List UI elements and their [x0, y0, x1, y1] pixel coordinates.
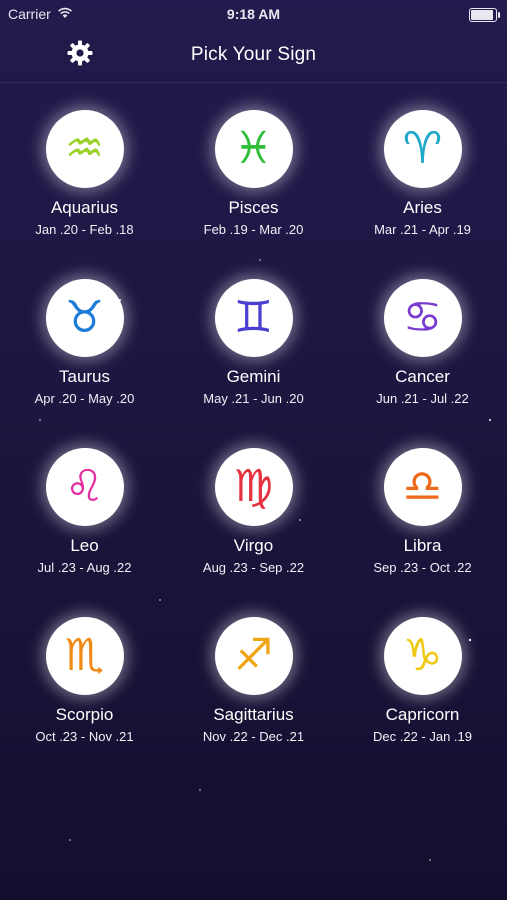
sign-dates: Sep .23 - Oct .22	[373, 560, 472, 575]
sign-dates: Jul .23 - Aug .22	[37, 560, 132, 575]
status-time: 9:18 AM	[226, 6, 281, 22]
sign-icon-circle: ♈	[383, 110, 462, 188]
sign-name: Aries	[403, 198, 442, 217]
gemini-icon: ♊	[233, 292, 274, 343]
sign-dates: Aug .23 - Sep .22	[202, 560, 305, 575]
sign-name: Capricorn	[385, 705, 460, 724]
sign-item-leo[interactable]: ♌ Leo Jul .23 - Aug .22	[0, 442, 169, 611]
sign-dates: Dec .22 - Jan .19	[373, 729, 472, 744]
sign-dates: Oct .23 - Nov .21	[35, 729, 134, 744]
taurus-icon: ♉	[64, 292, 105, 343]
sign-name: Aquarius	[50, 198, 119, 217]
aquarius-icon: ♒	[64, 123, 105, 174]
sign-dates: Feb .19 - Mar .20	[203, 222, 304, 237]
sign-name: Cancer	[395, 367, 450, 386]
sign-item-cancer[interactable]: ♋ Cancer Jun .21 - Jul .22	[338, 273, 507, 442]
sign-name: Gemini	[226, 367, 281, 386]
capricorn-icon: ♑	[402, 630, 443, 681]
sign-dates: Mar .21 - Apr .19	[374, 222, 471, 237]
sign-name: Scorpio	[55, 705, 114, 724]
sign-icon-circle: ♉	[45, 279, 124, 357]
sign-icon-circle: ♏	[45, 617, 124, 695]
sign-dates: Jan .20 - Feb .18	[35, 222, 134, 237]
leo-icon: ♌	[64, 461, 105, 512]
sign-name: Taurus	[58, 367, 111, 386]
sign-item-aquarius[interactable]: ♒ Aquarius Jan .20 - Feb .18	[0, 104, 169, 273]
sign-name: Pisces	[228, 198, 279, 217]
sagittarius-icon: ♐	[233, 630, 274, 681]
pisces-icon: ♓	[233, 123, 274, 174]
sign-dates: Jun .21 - Jul .22	[376, 391, 469, 406]
sign-item-capricorn[interactable]: ♑ Capricorn Dec .22 - Jan .19	[338, 611, 507, 780]
sign-item-pisces[interactable]: ♓ Pisces Feb .19 - Mar .20	[169, 104, 338, 273]
cancer-icon: ♋	[402, 292, 443, 343]
sign-item-scorpio[interactable]: ♏ Scorpio Oct .23 - Nov .21	[0, 611, 169, 780]
sign-item-sagittarius[interactable]: ♐ Sagittarius Nov .22 - Dec .21	[169, 611, 338, 780]
nav-bar: Pick Your Sign	[0, 28, 507, 83]
sign-item-taurus[interactable]: ♉ Taurus Apr .20 - May .20	[0, 273, 169, 442]
sign-item-aries[interactable]: ♈ Aries Mar .21 - Apr .19	[338, 104, 507, 273]
sign-icon-circle: ♍	[214, 448, 293, 526]
sign-name: Sagittarius	[213, 705, 294, 724]
sign-item-gemini[interactable]: ♊ Gemini May .21 - Jun .20	[169, 273, 338, 442]
sign-item-virgo[interactable]: ♍ Virgo Aug .23 - Sep .22	[169, 442, 338, 611]
sign-grid: ♒ Aquarius Jan .20 - Feb .18 ♓ Pisces Feb .19…	[0, 104, 507, 780]
sign-icon-circle: ♐	[214, 617, 293, 695]
sign-dates: Nov .22 - Dec .21	[202, 729, 305, 744]
status-bar: Carrier 9:18 AM	[0, 0, 507, 28]
sign-icon-circle: ♋	[383, 279, 462, 357]
libra-icon: ♎	[402, 461, 443, 512]
scorpio-icon: ♏	[64, 630, 105, 681]
aries-icon: ♈	[402, 123, 443, 174]
sign-icon-circle: ♎	[383, 448, 462, 526]
virgo-icon: ♍	[233, 461, 274, 512]
sign-icon-circle: ♓	[214, 110, 293, 188]
sign-icon-circle: ♑	[383, 617, 462, 695]
sign-dates: May .21 - Jun .20	[203, 391, 304, 406]
page-title: Pick Your Sign	[190, 44, 317, 65]
sign-name: Libra	[403, 536, 442, 555]
sign-item-libra[interactable]: ♎ Libra Sep .23 - Oct .22	[338, 442, 507, 611]
sign-icon-circle: ♒	[45, 110, 124, 188]
sign-name: Leo	[70, 536, 99, 555]
sign-icon-circle: ♌	[45, 448, 124, 526]
battery-icon	[469, 8, 500, 22]
sign-dates: Apr .20 - May .20	[34, 391, 135, 406]
sign-name: Virgo	[233, 536, 274, 555]
sign-icon-circle: ♊	[214, 279, 293, 357]
